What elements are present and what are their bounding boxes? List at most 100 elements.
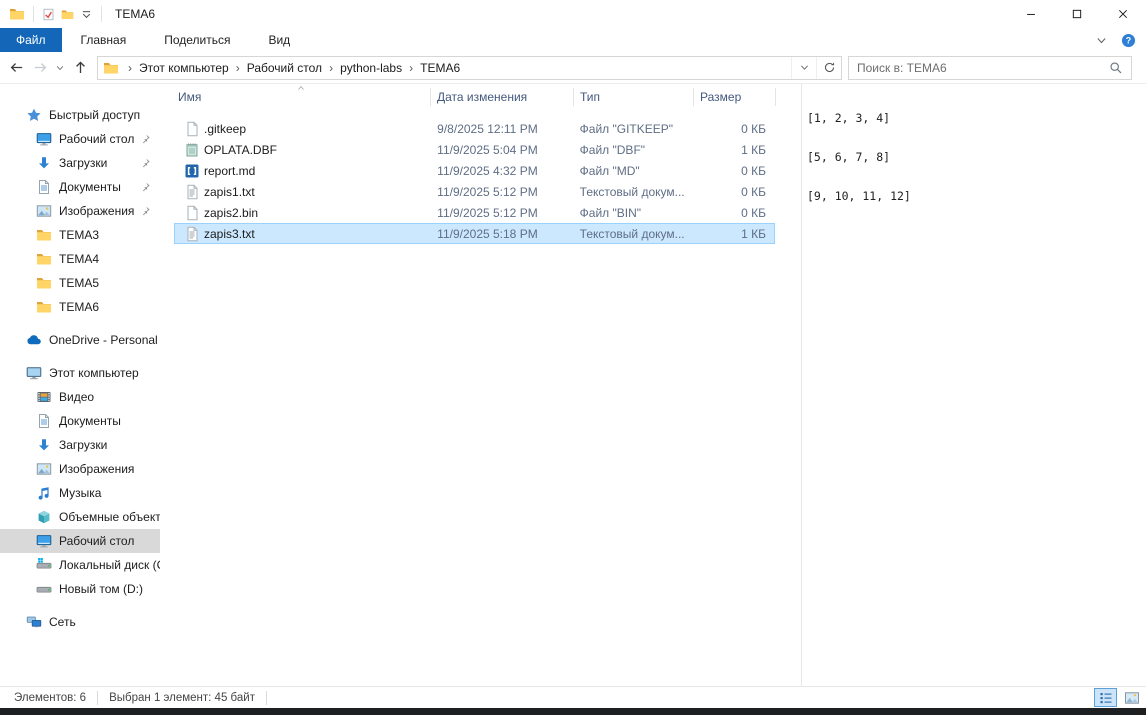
preview-line: [5, 6, 7, 8] [807, 151, 1146, 164]
refresh-icon [823, 61, 836, 74]
column-resize-handle[interactable] [775, 88, 776, 106]
quick-access-star-icon [26, 107, 42, 123]
sidebar-item-tema4[interactable]: ТЕМА4 [0, 247, 160, 271]
onedrive-cloud-icon [26, 332, 42, 348]
search-input[interactable] [849, 61, 1105, 75]
sort-ascending-icon [296, 84, 306, 92]
file-row-zapis2-bin[interactable]: zapis2.bin 11/9/2025 5:12 PM Файл "BIN" … [174, 202, 775, 223]
column-header-name[interactable]: Имя [178, 90, 437, 104]
address-bar[interactable]: › Этот компьютер › Рабочий стол › python… [97, 56, 842, 80]
maximize-button[interactable] [1054, 0, 1100, 28]
file-row-oplata-dbf[interactable]: OPLATA.DBF 11/9/2025 5:04 PM Файл "DBF" … [174, 139, 775, 160]
qat-customize-icon[interactable] [80, 8, 93, 21]
breadcrumb-python-labs[interactable]: python-labs [340, 61, 402, 75]
breadcrumb-desktop[interactable]: Рабочий стол [247, 61, 322, 75]
tab-file[interactable]: Файл [0, 28, 62, 52]
sidebar-item-tema5[interactable]: ТЕМА5 [0, 271, 160, 295]
downloads-icon [36, 155, 52, 171]
chevron-down-icon [55, 63, 65, 73]
notepad-file-icon [184, 142, 200, 158]
column-header-size[interactable]: Размер [700, 90, 741, 104]
breadcrumb-this-pc[interactable]: Этот компьютер [139, 61, 229, 75]
minimize-button[interactable] [1008, 0, 1054, 28]
sidebar-item-new-volume-d[interactable]: Новый том (D:) [0, 577, 160, 601]
tab-home[interactable]: Главная [62, 28, 146, 52]
tab-share[interactable]: Поделиться [145, 28, 249, 52]
address-dropdown-button[interactable] [791, 57, 816, 79]
sidebar-item-this-pc[interactable]: Этот компьютер [0, 361, 160, 385]
pictures-icon [36, 203, 52, 219]
search-icon[interactable] [1109, 61, 1123, 75]
qat-properties-icon[interactable] [42, 8, 55, 21]
sidebar-item-music[interactable]: Музыка [0, 481, 160, 505]
file-row-gitkeep[interactable]: .gitkeep 9/8/2025 12:11 PM Файл "GITKEEP… [174, 118, 775, 139]
view-toggles [1094, 688, 1143, 707]
sidebar-item-downloads[interactable]: Загрузки [0, 433, 160, 457]
3d-objects-icon [36, 509, 52, 525]
divider [101, 6, 102, 22]
divider [97, 691, 98, 705]
breadcrumb-tema6[interactable]: ТЕМА6 [420, 61, 460, 75]
items-count: Элементов: 6 [14, 692, 86, 704]
forward-button[interactable] [28, 55, 52, 81]
refresh-button[interactable] [816, 57, 841, 79]
sidebar-item-documents-pinned[interactable]: Документы [0, 175, 160, 199]
markdown-file-icon [184, 163, 200, 179]
breadcrumb-separator: › [128, 61, 132, 75]
sidebar-item-pictures[interactable]: Изображения [0, 457, 160, 481]
qat-new-folder-icon[interactable] [61, 8, 74, 21]
preview-line: [9, 10, 11, 12] [807, 190, 1146, 203]
sidebar-item-local-disk-c[interactable]: Локальный диск (C:) [0, 553, 160, 577]
file-row-report-md[interactable]: report.md 11/9/2025 4:32 PM Файл "MD" 0 … [174, 160, 775, 181]
pin-icon [139, 205, 151, 217]
titlebar: ТЕМА6 [0, 0, 1146, 28]
sidebar-item-3d-objects[interactable]: Объемные объекты [0, 505, 160, 529]
text-file-icon [184, 184, 200, 200]
column-resize-handle[interactable] [693, 88, 694, 106]
recent-locations-button[interactable] [52, 55, 68, 81]
details-view-button[interactable] [1094, 688, 1117, 707]
sidebar-item-documents[interactable]: Документы [0, 409, 160, 433]
sidebar-item-pictures-pinned[interactable]: Изображения [0, 199, 160, 223]
sidebar-item-desktop-selected[interactable]: Рабочий стол [0, 529, 160, 553]
column-header-date-modified[interactable]: Дата изменения [437, 90, 580, 104]
sidebar-item-tema3[interactable]: ТЕМА3 [0, 223, 160, 247]
ribbon-expand-chevron-icon[interactable] [1095, 34, 1108, 47]
status-bar: Элементов: 6 Выбран 1 элемент: 45 байт [0, 686, 1146, 708]
close-button[interactable] [1100, 0, 1146, 28]
sidebar-item-tema6[interactable]: ТЕМА6 [0, 295, 160, 319]
window-controls [1008, 0, 1146, 28]
this-pc-icon [26, 365, 42, 381]
column-resize-handle[interactable] [573, 88, 574, 106]
folder-icon [36, 275, 52, 291]
sidebar-item-network[interactable]: Сеть [0, 610, 160, 634]
back-button[interactable] [4, 55, 28, 81]
column-resize-handle[interactable] [430, 88, 431, 106]
sidebar-item-videos[interactable]: Видео [0, 385, 160, 409]
sidebar-item-downloads-pinned[interactable]: Загрузки [0, 151, 160, 175]
sidebar-item-desktop-pinned[interactable]: Рабочий стол [0, 127, 160, 151]
preview-line: [1, 2, 3, 4] [807, 112, 1146, 125]
help-icon[interactable] [1121, 33, 1136, 48]
blank-file-icon [184, 121, 200, 137]
ribbon-tabbar: Файл Главная Поделиться Вид [0, 28, 1146, 52]
file-row-zapis1-txt[interactable]: zapis1.txt 11/9/2025 5:12 PM Текстовый д… [174, 181, 775, 202]
large-icons-view-button[interactable] [1120, 688, 1143, 707]
window-title: ТЕМА6 [115, 7, 155, 21]
column-header-type[interactable]: Тип [580, 90, 700, 104]
navigation-sidebar: Быстрый доступ Рабочий стол Загрузки Док… [0, 84, 160, 686]
maximize-icon [1070, 7, 1084, 21]
up-button[interactable] [68, 55, 92, 81]
explorer-window: ТЕМА6 Файл Главная Поделиться Вид › Этот… [0, 0, 1146, 715]
folder-icon [36, 227, 52, 243]
tab-view[interactable]: Вид [249, 28, 309, 52]
file-row-zapis3-txt-selected[interactable]: zapis3.txt 11/9/2025 5:18 PM Текстовый д… [174, 223, 775, 244]
main-area: Быстрый доступ Рабочий стол Загрузки Док… [0, 84, 1146, 686]
close-icon [1116, 7, 1130, 21]
blank-file-icon [184, 205, 200, 221]
large-icons-view-icon [1124, 690, 1140, 706]
preview-pane: [1, 2, 3, 4] [5, 6, 7, 8] [9, 10, 11, 12… [802, 84, 1146, 688]
sidebar-item-quick-access[interactable]: Быстрый доступ [0, 103, 160, 127]
sidebar-item-onedrive[interactable]: OneDrive - Personal [0, 328, 160, 352]
downloads-icon [36, 437, 52, 453]
